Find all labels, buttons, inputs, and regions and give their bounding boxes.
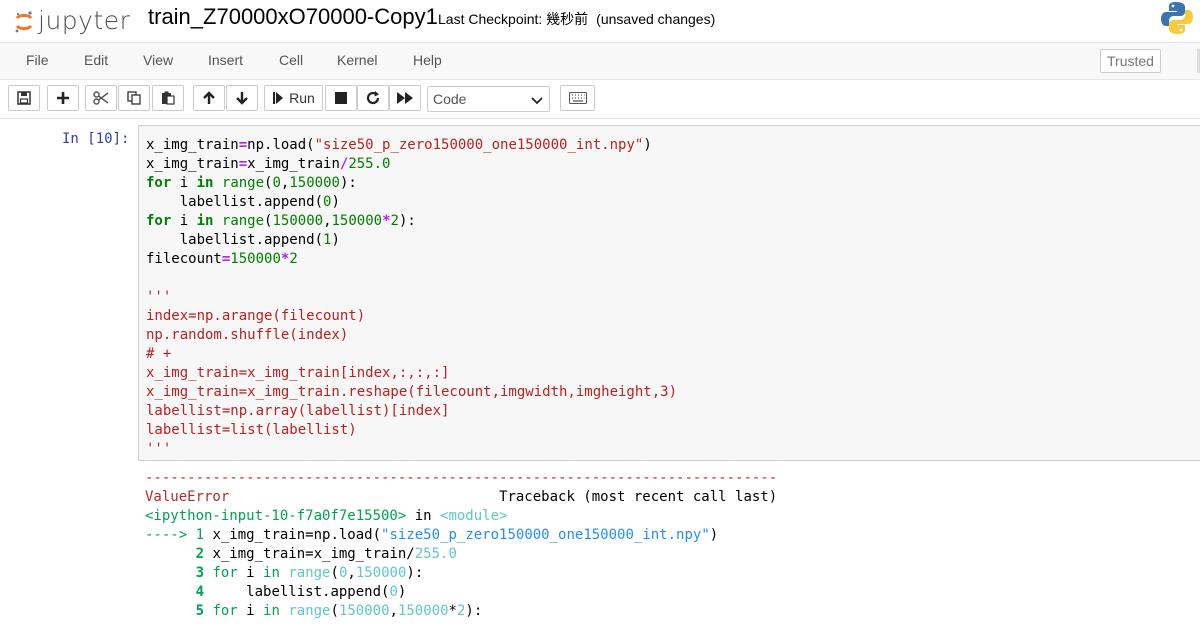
command-palette-button[interactable] [560, 85, 595, 111]
traceback-line: 3 for i in range(0,150000): [195, 565, 424, 581]
cell-type-value: Code [433, 91, 467, 107]
toolbar: Run [0, 82, 1200, 116]
jupyter-logo-icon [14, 9, 34, 33]
menu-file[interactable]: File [26, 52, 49, 68]
restart-run-all-button[interactable] [389, 85, 421, 111]
code-line: x_img_train=np.load("size50_p_zero150000… [146, 137, 652, 153]
chevron-down-icon [531, 93, 543, 109]
code-line: labellist=np.array(labellist)[index] [146, 403, 450, 419]
code-line: ''' [146, 289, 172, 305]
cell-type-select[interactable]: Code [427, 86, 550, 112]
menu-view[interactable]: View [143, 52, 173, 68]
code-line: for i in range(150000,150000*2): [146, 213, 416, 229]
traceback-line: ----> 1 x_img_train=np.load("size50_p_ze… [145, 527, 719, 543]
keyboard-icon [568, 92, 587, 104]
move-up-button[interactable] [193, 85, 225, 111]
autosave-status: (unsaved changes) [596, 11, 716, 27]
menu-cell[interactable]: Cell [279, 52, 303, 68]
cut-icon [93, 91, 109, 105]
code-line: # + [146, 346, 172, 362]
checkpoint-status: Last Checkpoint: 幾秒前 (unsaved changes) [438, 9, 715, 29]
cell-source[interactable]: x_img_train=np.load("size50_p_zero150000… [146, 136, 677, 459]
insert-cell-button[interactable] [47, 85, 79, 111]
traceback-line: 2 x_img_train=x_img_train/255.0 [195, 546, 457, 562]
jupyter-logo-text: jupyter [38, 6, 131, 35]
code-line: index=np.arange(filecount) [146, 308, 366, 324]
step-forward-icon [273, 92, 284, 104]
traceback-header: ValueError Traceback (most recent call l… [145, 489, 778, 505]
code-line: x_img_train=x_img_train[index,:,:,:] [146, 365, 450, 381]
paste-icon [162, 91, 175, 105]
save-icon [17, 91, 31, 105]
input-prompt: In [10]: [62, 131, 130, 147]
copy-icon [127, 91, 141, 105]
menu-bar: File Edit View Insert Cell Kernel Help T… [0, 42, 1200, 80]
traceback-line: 5 for i in range(150000,150000*2): [195, 603, 483, 619]
menu-kernel[interactable]: Kernel [337, 52, 377, 68]
arrow-up-icon [203, 91, 215, 104]
code-line: np.random.shuffle(index) [146, 327, 349, 343]
trusted-indicator[interactable]: Trusted [1100, 49, 1161, 73]
save-button[interactable] [8, 85, 40, 111]
notebook-header: jupyter train_Z70000xO70000-Copy1 Last C… [0, 0, 1200, 40]
paste-button[interactable] [152, 85, 184, 111]
code-line: x_img_train=x_img_train.reshape(filecoun… [146, 384, 678, 400]
code-line: x_img_train=x_img_train/255.0 [146, 156, 391, 172]
checkpoint-label: Last Checkpoint: 幾秒前 [438, 11, 589, 27]
copy-button[interactable] [118, 85, 150, 111]
plus-icon [57, 92, 69, 104]
code-line: labellist.append(1) [146, 232, 340, 248]
cell-output: ----------------------------------------… [145, 469, 777, 621]
stop-icon [335, 92, 347, 104]
move-down-button[interactable] [226, 85, 258, 111]
code-line: filecount=150000*2 [146, 251, 298, 267]
notebook-container: In [10]: x_img_train=np.load("size50_p_z… [0, 118, 1200, 631]
jupyter-logo[interactable]: jupyter [14, 6, 130, 35]
restart-icon [366, 91, 380, 105]
traceback-separator: ----------------------------------------… [145, 470, 778, 486]
code-line: labellist=list(labellist) [146, 422, 357, 438]
run-button-label: Run [289, 90, 315, 106]
arrow-down-icon [236, 92, 248, 105]
run-button[interactable]: Run [264, 85, 323, 111]
fast-forward-icon [397, 92, 413, 104]
code-line: labellist.append(0) [146, 194, 340, 210]
menu-edit[interactable]: Edit [84, 52, 108, 68]
cut-button[interactable] [85, 85, 117, 111]
menu-help[interactable]: Help [413, 52, 442, 68]
python-logo-icon [1160, 0, 1194, 41]
notebook-name[interactable]: train_Z70000xO70000-Copy1 [148, 4, 438, 30]
traceback-line: 4 labellist.append(0) [195, 584, 407, 600]
restart-kernel-button[interactable] [357, 85, 389, 111]
menu-insert[interactable]: Insert [208, 52, 243, 68]
code-line: for i in range(0,150000): [146, 175, 357, 191]
traceback-location: <ipython-input-10-f7a0f7e15500> in <modu… [145, 508, 508, 524]
code-line: ''' [146, 441, 172, 457]
interrupt-button[interactable] [325, 85, 357, 111]
code-cell-input[interactable]: x_img_train=np.load("size50_p_zero150000… [138, 125, 1200, 461]
